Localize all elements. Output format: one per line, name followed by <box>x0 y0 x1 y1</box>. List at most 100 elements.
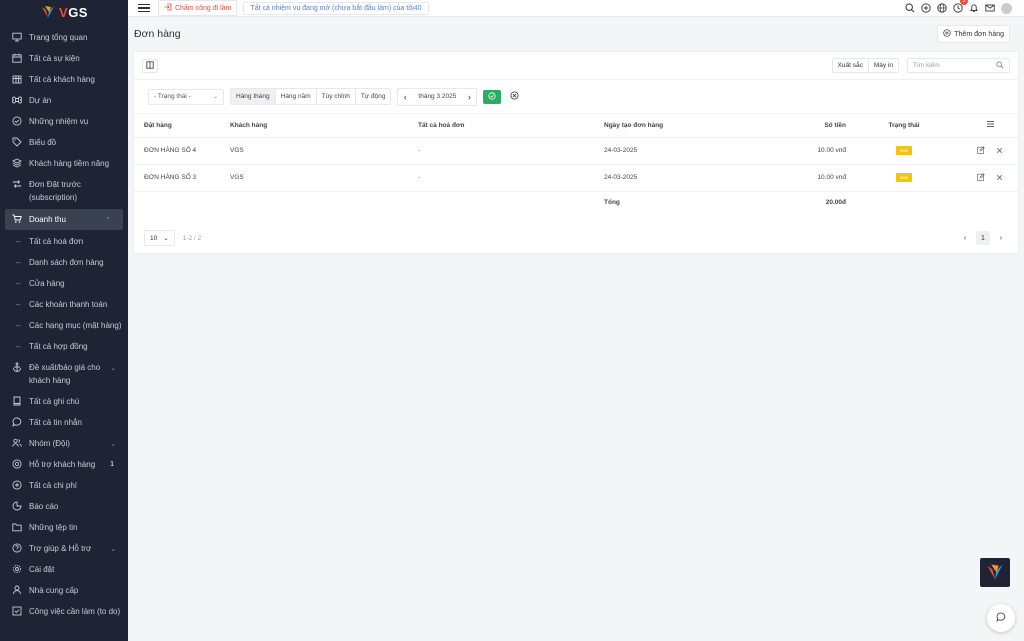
prev-page-button[interactable]: ‹ <box>958 231 972 245</box>
page-number-button[interactable]: 1 <box>976 231 990 245</box>
col-header-client[interactable]: Khách hàng <box>230 114 418 138</box>
sidebar-item-a2[interactable]: Tất cả khách hàng <box>0 69 128 90</box>
status-badge: new <box>895 146 913 155</box>
avatar[interactable] <box>1001 2 1012 14</box>
sidebar-item-a1[interactable]: Tất cả sự kiện <box>0 48 128 69</box>
plus-circle-icon <box>943 29 951 39</box>
prev-month-button[interactable]: ‹ <box>398 89 412 105</box>
sidebar-item-label: Hỗ trợ khách hàng <box>29 460 96 469</box>
search-input[interactable]: Tìm kiếm <box>907 58 1010 73</box>
anchor-icon <box>12 362 22 372</box>
status-badge: new <box>895 173 913 182</box>
floating-logo[interactable] <box>980 558 1010 587</box>
sidebar-item-b6[interactable]: Báo cáo <box>0 496 128 517</box>
sidebar-item-label: Trợ giúp & Hỗ trợ <box>29 544 92 553</box>
status-cell: new <box>846 164 962 192</box>
sidebar-item-doanh-thu[interactable]: Doanh thu ⌃ <box>5 209 123 230</box>
bell-icon[interactable] <box>969 3 979 13</box>
empty-cell <box>418 191 604 213</box>
submenu-item[interactable]: – Các khoản thanh toán <box>0 294 128 315</box>
next-month-button[interactable]: › <box>462 89 476 105</box>
sidebar-item-a6[interactable]: Khách hàng tiềm năng <box>0 153 128 174</box>
clock-icon[interactable]: 3 <box>953 0 968 13</box>
submenu-item-label: Tất cả hợp đồng <box>29 342 88 351</box>
sidebar-item-label: Những nhiệm vụ <box>29 117 89 126</box>
delete-icon[interactable] <box>994 145 1004 155</box>
pie-chart-icon <box>12 501 22 511</box>
logo-icon <box>40 4 56 20</box>
range-tabs: Hàng tháng Hàng năm Tùy chỉnh Tự động <box>230 88 392 105</box>
brand-logo[interactable]: VGS <box>0 1 128 23</box>
chat-button[interactable] <box>987 604 1015 632</box>
submenu-item[interactable]: – Các hạng mục (mặt hàng) <box>0 315 128 336</box>
sidebar-item-b3[interactable]: Nhóm (Đội) ⌄ <box>0 433 128 454</box>
sidebar-item-b11[interactable]: Công việc cần làm (to do) <box>0 601 128 622</box>
col-header-status[interactable]: Trạng thái <box>846 114 962 138</box>
sidebar-nav-2: Đề xuất/báo giá cho khách hàng ⌄ Tất cả gh… <box>0 357 128 622</box>
edit-icon[interactable] <box>976 172 986 182</box>
add-order-button[interactable]: Thêm đơn hàng <box>937 25 1010 43</box>
order-cell[interactable]: ĐƠN HÀNG SỐ 4 <box>134 137 230 165</box>
sidebar-item-a4[interactable]: Những nhiệm vụ <box>0 111 128 132</box>
range-tab[interactable]: Tự động <box>356 89 391 104</box>
submenu-item-label: Cửa hàng <box>29 279 65 288</box>
clear-filter-button[interactable] <box>507 90 521 104</box>
sidebar-item-b7[interactable]: Những tệp tin <box>0 517 128 538</box>
mail-icon[interactable] <box>985 3 995 13</box>
sidebar-item-a3[interactable]: Dự án <box>0 90 128 111</box>
col-header-amount[interactable]: Số tiền <box>764 114 846 138</box>
col-header-order[interactable]: Đặt hàng <box>134 114 230 138</box>
apply-filter-button[interactable] <box>483 89 502 104</box>
sidebar-item-a0[interactable]: Trang tổng quan <box>0 27 128 48</box>
message-icon <box>12 417 22 427</box>
page-size-select[interactable]: 10 ⌄ <box>144 230 175 246</box>
sidebar-item-b1[interactable]: Tất cả ghi chú <box>0 391 128 412</box>
submenu-item[interactable]: – Tất cả hợp đồng <box>0 336 128 357</box>
range-tab[interactable]: Hàng tháng <box>231 89 276 104</box>
sidebar-item-b5[interactable]: Tất cả chi phí <box>0 475 128 496</box>
menu-toggle-icon[interactable] <box>138 4 150 12</box>
sidebar-item-b2[interactable]: Tất cả tin nhắn <box>0 412 128 433</box>
submenu-item-label: Các hạng mục (mặt hàng) <box>29 321 122 330</box>
range-tab[interactable]: Tùy chỉnh <box>317 89 356 104</box>
clock-in-button[interactable]: Chấm công đi làm <box>158 0 238 16</box>
sidebar-item-label: Cài đặt <box>29 565 55 574</box>
sidebar-item-label: Doanh thu <box>29 215 66 224</box>
search-icon[interactable] <box>905 3 915 13</box>
sidebar-item-b4[interactable]: Hỗ trợ khách hàng 1 <box>0 454 128 475</box>
month-label[interactable]: tháng 3 2025 <box>412 89 462 105</box>
edit-icon[interactable] <box>976 145 986 155</box>
topbar: Chấm công đi làm Tất cả nhiệm vụ đang mở… <box>128 0 1024 17</box>
sidebar-item-label: Tất cả chi phí <box>29 481 78 490</box>
folder-icon <box>12 522 22 532</box>
export-excel-button[interactable]: Xuất sắc <box>831 58 869 73</box>
client-cell[interactable]: VGS <box>230 137 418 165</box>
delete-icon[interactable] <box>994 172 1004 182</box>
order-cell[interactable]: ĐƠN HÀNG SỐ 3 <box>134 164 230 192</box>
submenu-item[interactable]: – Danh sách đơn hàng <box>0 252 128 273</box>
sidebar-item-a5[interactable]: Biểu đồ <box>0 132 128 153</box>
print-button[interactable]: Máy in <box>868 58 899 73</box>
sidebar-item-b0[interactable]: Đề xuất/báo giá cho khách hàng ⌄ <box>0 357 128 391</box>
submenu-item[interactable]: – Tất cả hoá đơn <box>0 231 128 252</box>
add-circle-icon[interactable] <box>921 3 931 13</box>
sidebar-item-b8[interactable]: Trợ giúp & Hỗ trợ ⌄ <box>0 538 128 559</box>
col-header-invoices[interactable]: Tất cả hoá đơn <box>418 114 604 138</box>
sidebar-item-b9[interactable]: Cài đặt <box>0 559 128 580</box>
col-menu[interactable] <box>962 114 1018 138</box>
sidebar-item-label: Đề xuất/báo giá cho khách hàng <box>29 363 101 385</box>
sidebar-item-a7[interactable]: Đơn Đặt trước (subscription) <box>0 174 128 208</box>
columns-toggle-button[interactable] <box>142 58 158 73</box>
next-page-button[interactable]: › <box>994 231 1008 245</box>
client-cell[interactable]: VGS <box>230 164 418 192</box>
status-select[interactable]: - Trạng thái - ⌄ <box>148 88 224 105</box>
range-tab[interactable]: Hàng năm <box>276 89 317 104</box>
open-tasks-link[interactable]: Tất cả nhiệm vụ đang mở (chưa bắt đầu là… <box>243 1 429 15</box>
empty-cell <box>230 191 418 213</box>
globe-icon[interactable] <box>937 3 947 13</box>
col-header-date[interactable]: Ngày tạo đơn hàng <box>604 114 764 138</box>
orders-panel: Xuất sắc Máy in Tìm kiếm - Trạng thái - … <box>133 51 1019 254</box>
sidebar-item-b10[interactable]: Nhà cung cấp <box>0 580 128 601</box>
submenu-item[interactable]: – Cửa hàng <box>0 273 128 294</box>
dash-icon: – <box>16 300 21 309</box>
